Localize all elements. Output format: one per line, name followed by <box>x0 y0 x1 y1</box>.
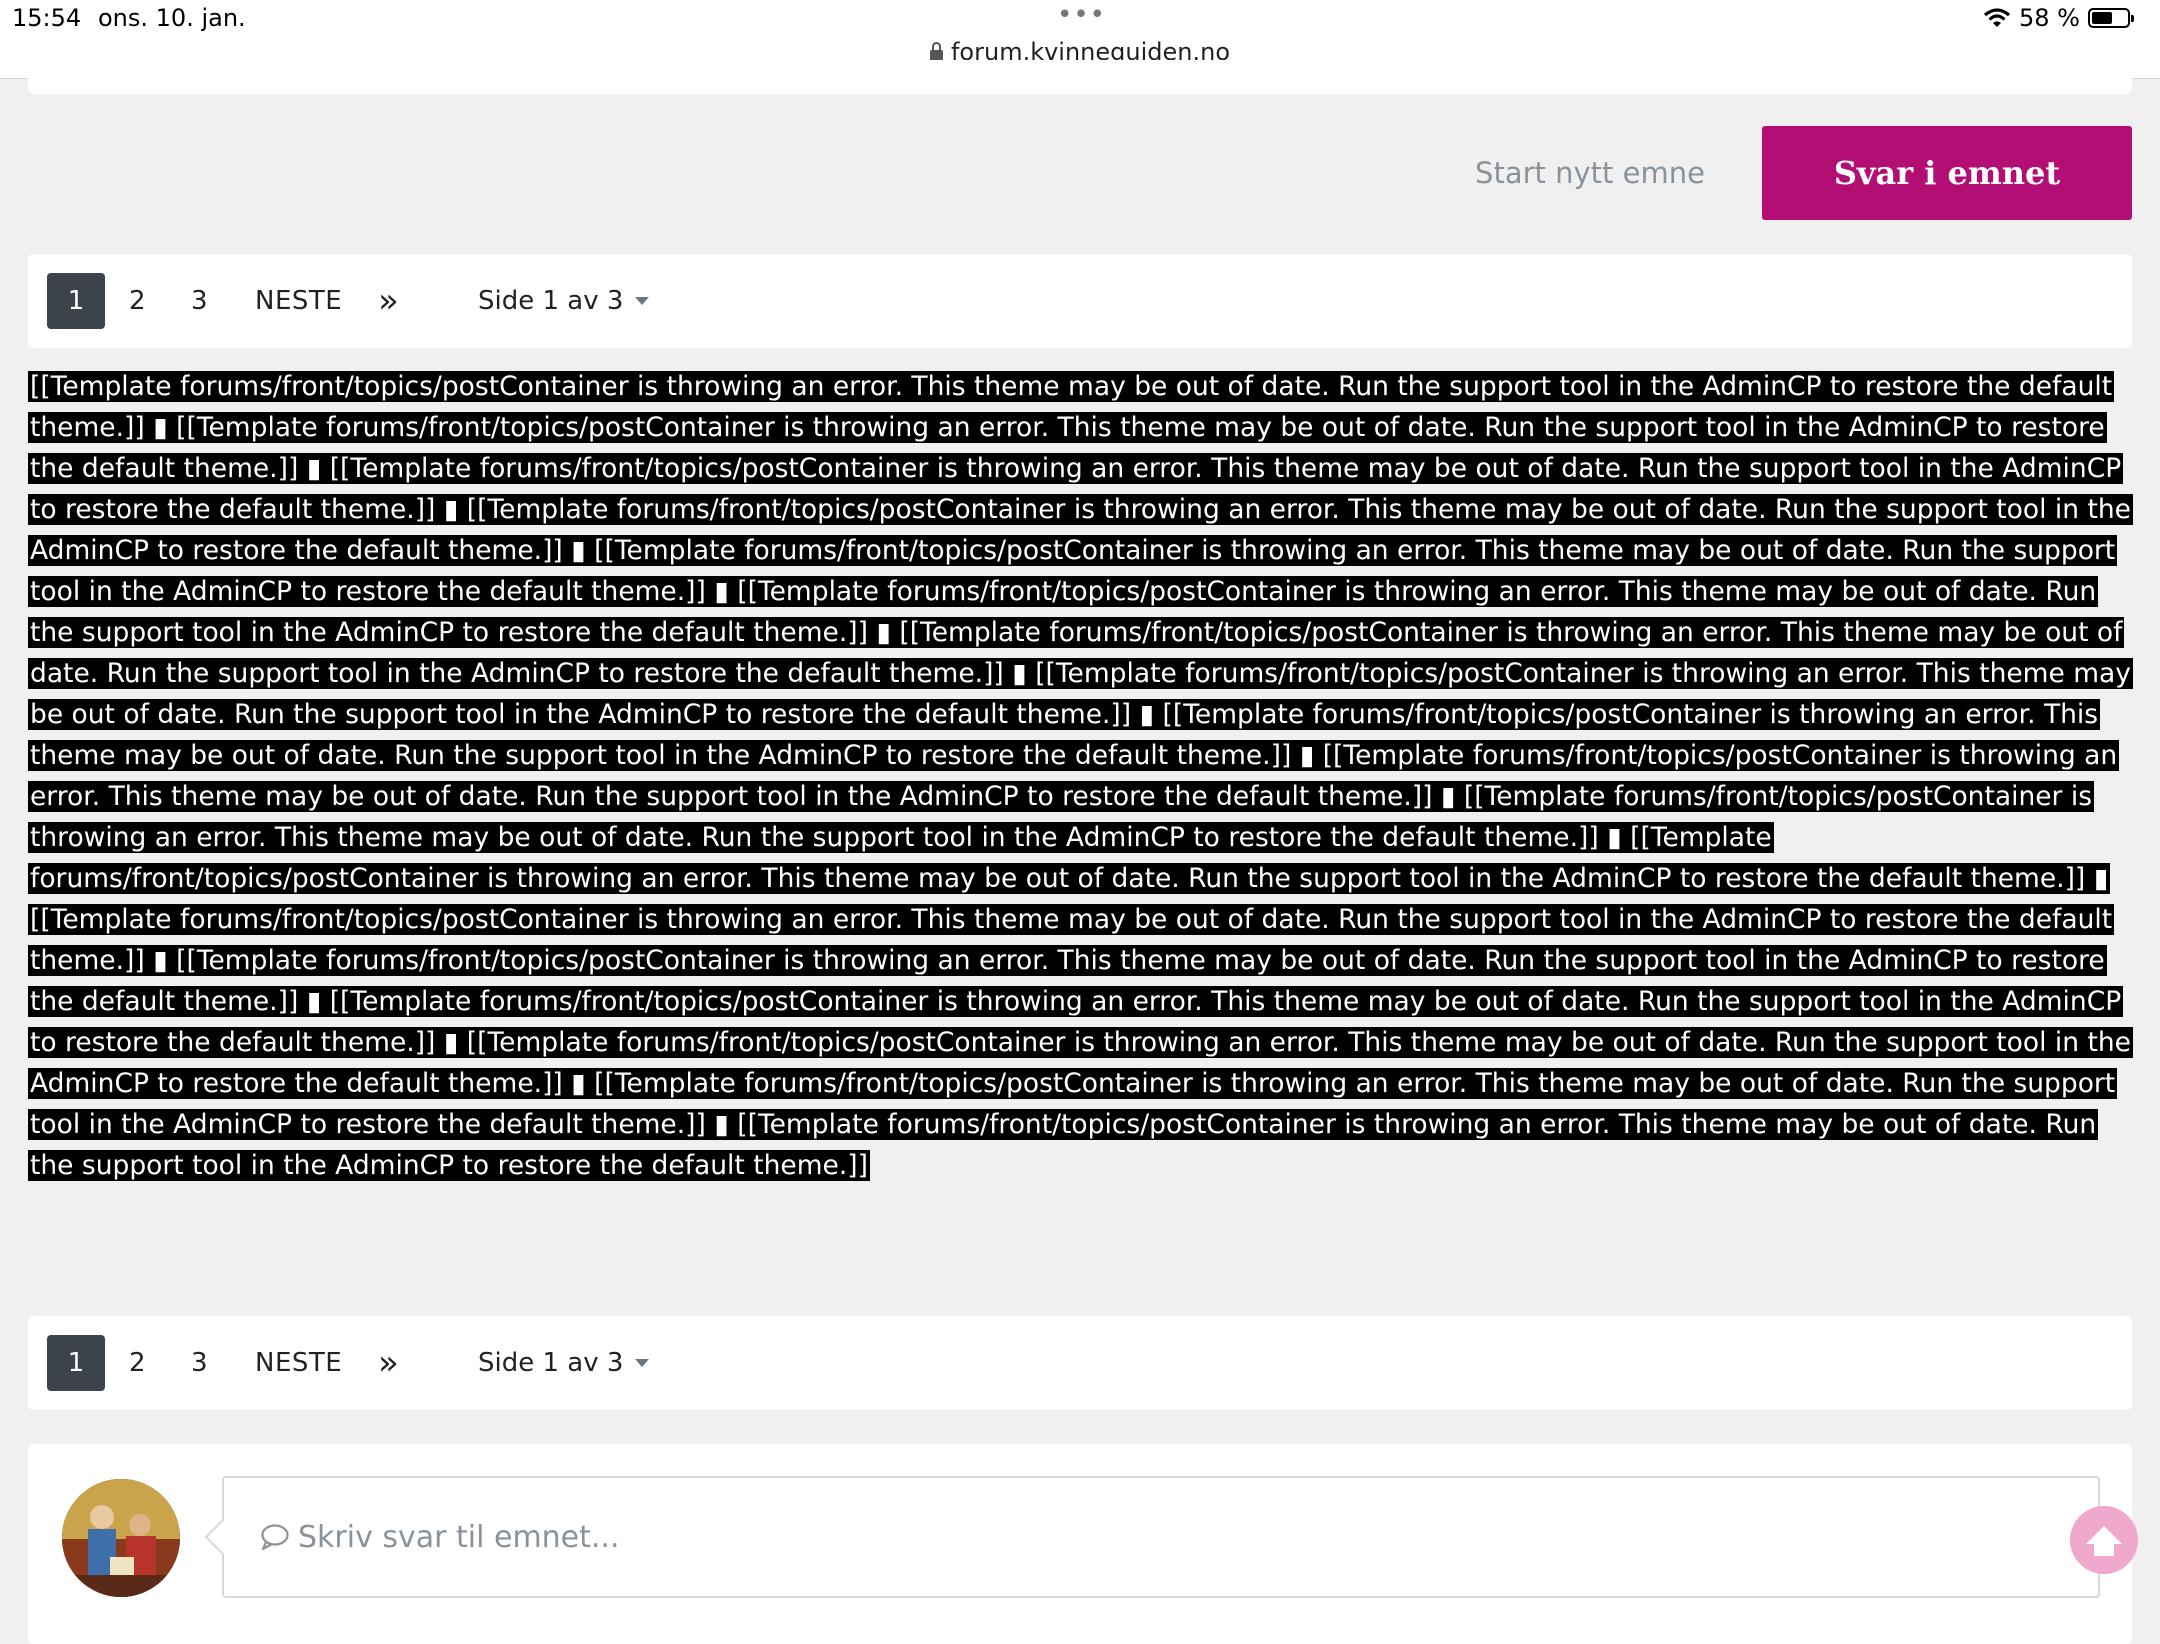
user-avatar[interactable] <box>62 1479 180 1597</box>
page-link-2[interactable]: 2 <box>129 254 146 348</box>
last-page-icon[interactable]: » <box>378 254 399 348</box>
page-select-label: Side 1 av 3 <box>478 1348 624 1378</box>
page-select-dropdown[interactable]: Side 1 av 3 <box>478 1316 650 1410</box>
pagination-top: 1 2 3 NESTE » Side 1 av 3 <box>28 254 2132 348</box>
battery-percent: 58 % <box>2019 4 2080 32</box>
status-right: 58 % <box>1983 4 2134 32</box>
page-link-active[interactable]: 1 <box>47 1335 105 1391</box>
reply-topic-button[interactable]: Svar i emnet <box>1762 126 2132 220</box>
scroll-to-top-button[interactable] <box>2070 1506 2138 1574</box>
reply-editor[interactable]: Skriv svar til emnet... <box>222 1476 2100 1598</box>
page-select-dropdown[interactable]: Side 1 av 3 <box>478 254 650 348</box>
status-time: 15:54 <box>12 4 82 32</box>
page-link-2[interactable]: 2 <box>129 1316 146 1410</box>
reply-placeholder-text: Skriv svar til emnet... <box>298 1519 620 1555</box>
last-page-icon[interactable]: » <box>378 1316 399 1410</box>
page-link-3[interactable]: 3 <box>191 254 208 348</box>
reply-placeholder: Skriv svar til emnet... <box>260 1478 620 1596</box>
battery-icon <box>2088 8 2134 28</box>
status-date: ons. 10. jan. <box>98 4 246 32</box>
next-page-link[interactable]: NESTE <box>255 254 342 348</box>
wifi-icon <box>1983 8 2011 27</box>
pagination-bottom: 1 2 3 NESTE » Side 1 av 3 <box>28 1316 2132 1410</box>
error-text: [[Template forums/front/topics/postConta… <box>28 371 2133 1181</box>
page-link-active[interactable]: 1 <box>47 273 105 329</box>
template-error-message: [[Template forums/front/topics/postConta… <box>28 366 2133 1186</box>
comment-icon <box>261 1524 289 1551</box>
avatar-image <box>62 1479 180 1597</box>
arrow-up-icon <box>2086 1526 2122 1556</box>
chevron-down-icon <box>635 297 650 305</box>
page-link-3[interactable]: 3 <box>191 1316 208 1410</box>
chevron-down-icon <box>635 1359 650 1367</box>
next-page-link[interactable]: NESTE <box>255 1316 342 1410</box>
page-select-label: Side 1 av 3 <box>478 286 624 316</box>
more-dots-icon[interactable]: ••• <box>1057 0 1106 30</box>
previous-card-edge <box>28 60 2132 94</box>
start-new-topic-button[interactable]: Start nytt emne <box>1460 126 1720 220</box>
